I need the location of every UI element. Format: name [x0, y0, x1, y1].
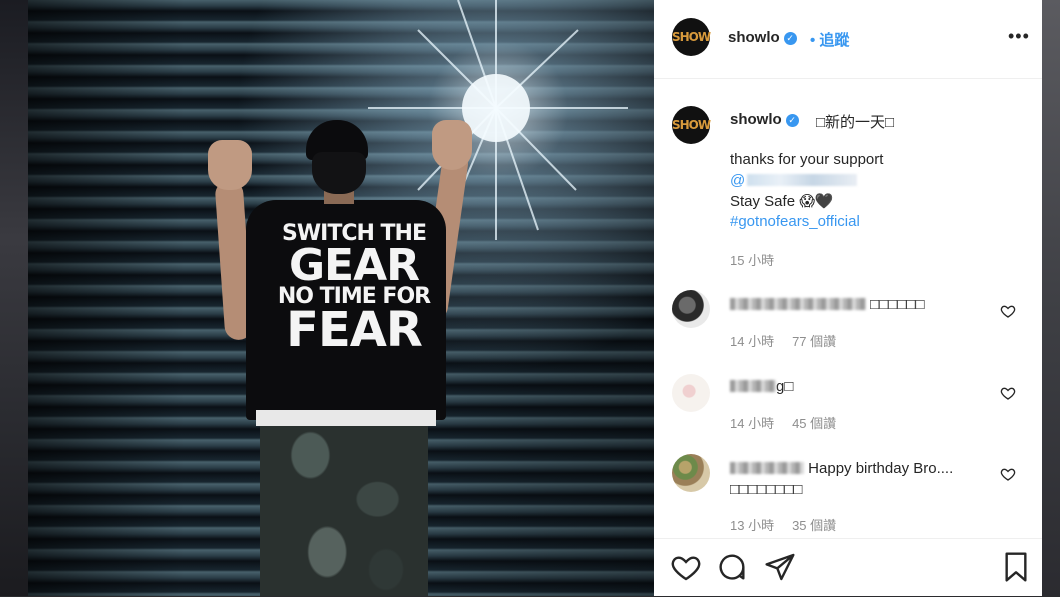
camo-pants — [260, 420, 428, 596]
bookmark-icon[interactable] — [1000, 551, 1032, 583]
verified-badge-icon: ✓ — [785, 114, 799, 127]
caption-line-3: Stay Safe 😱🖤 — [730, 193, 834, 210]
background-right — [1042, 0, 1060, 596]
comment-body: □□□□□□ — [870, 296, 925, 313]
more-options-button[interactable]: ••• — [1008, 26, 1030, 47]
header-username[interactable]: showlo ✓ — [728, 29, 797, 46]
caption-title: □新的一天□ — [816, 114, 895, 131]
comment-avatar[interactable] — [672, 454, 710, 492]
caption-hashtag[interactable]: #gotnofears_official — [730, 213, 860, 230]
comment-time[interactable]: 13 小時 — [730, 518, 774, 533]
caption-mention[interactable]: @ — [730, 172, 858, 189]
caption-avatar[interactable]: SHOW — [672, 106, 711, 144]
post-header: SHOW showlo ✓ • 追蹤 ••• — [654, 0, 1042, 79]
mention-blurred — [747, 174, 858, 186]
post-photo[interactable]: SWITCH THE GEAR NO TIME FOR FEAR — [28, 0, 654, 596]
person: SWITCH THE GEAR NO TIME FOR FEAR — [178, 120, 478, 596]
avatar[interactable]: SHOW — [672, 18, 711, 56]
comment-avatar[interactable] — [672, 374, 710, 412]
action-bar — [654, 538, 1042, 597]
comment-text: Happy birthday Bro.... — [730, 460, 953, 477]
heart-icon[interactable] — [1000, 385, 1016, 401]
comment-time[interactable]: 14 小時 — [730, 334, 774, 349]
comment-meta: 14 小時 77 個讚 — [730, 331, 836, 350]
comment-body: g□ — [776, 378, 794, 395]
comment-meta: 13 小時 35 個讚 — [730, 515, 836, 534]
comment-likes[interactable]: 45 個讚 — [792, 416, 836, 431]
comment-icon[interactable] — [716, 551, 748, 583]
header-username-text[interactable]: showlo — [728, 29, 780, 46]
shirt-line-2: GEAR — [288, 239, 420, 291]
background-left — [0, 0, 28, 596]
comment-body: Happy birthday Bro.... — [808, 460, 954, 477]
comment-username-blurred[interactable] — [730, 462, 804, 474]
left-hand — [208, 140, 252, 190]
heart-icon[interactable] — [1000, 466, 1016, 482]
mention-prefix[interactable]: @ — [730, 172, 745, 189]
shirt-print: SWITCH THE GEAR NO TIME FOR FEAR — [264, 223, 444, 358]
comment-text-line-2: □□□□□□□□ — [730, 481, 803, 498]
shirt-line-4: FEAR — [286, 301, 423, 358]
right-hand — [432, 120, 472, 170]
comment-text: g□ — [730, 378, 793, 395]
comment-username-blurred[interactable] — [730, 298, 866, 310]
caption-username-text[interactable]: showlo — [730, 111, 782, 128]
heart-icon[interactable] — [1000, 303, 1016, 319]
comment-meta: 14 小時 45 個讚 — [730, 413, 836, 432]
comment-likes[interactable]: 77 個讚 — [792, 334, 836, 349]
post-panel: SHOW showlo ✓ • 追蹤 ••• SHOW showlo ✓ □新的一天… — [654, 0, 1042, 596]
caption-time[interactable]: 15 小時 — [730, 250, 774, 269]
follow-button[interactable]: • 追蹤 — [810, 29, 849, 50]
caption-username[interactable]: showlo ✓ — [730, 111, 799, 128]
comment-text: □□□□□□ — [730, 296, 925, 313]
comment-likes[interactable]: 35 個讚 — [792, 518, 836, 533]
caption-line-1: thanks for your support — [730, 151, 884, 168]
verified-badge-icon: ✓ — [783, 32, 797, 45]
paper-plane-icon[interactable] — [764, 551, 796, 583]
masked-face — [312, 152, 366, 194]
comment-username-blurred[interactable] — [730, 380, 776, 392]
white-undershirt — [256, 410, 436, 426]
heart-icon[interactable] — [670, 551, 702, 583]
comment-time[interactable]: 14 小時 — [730, 416, 774, 431]
comment-avatar[interactable] — [672, 290, 710, 328]
